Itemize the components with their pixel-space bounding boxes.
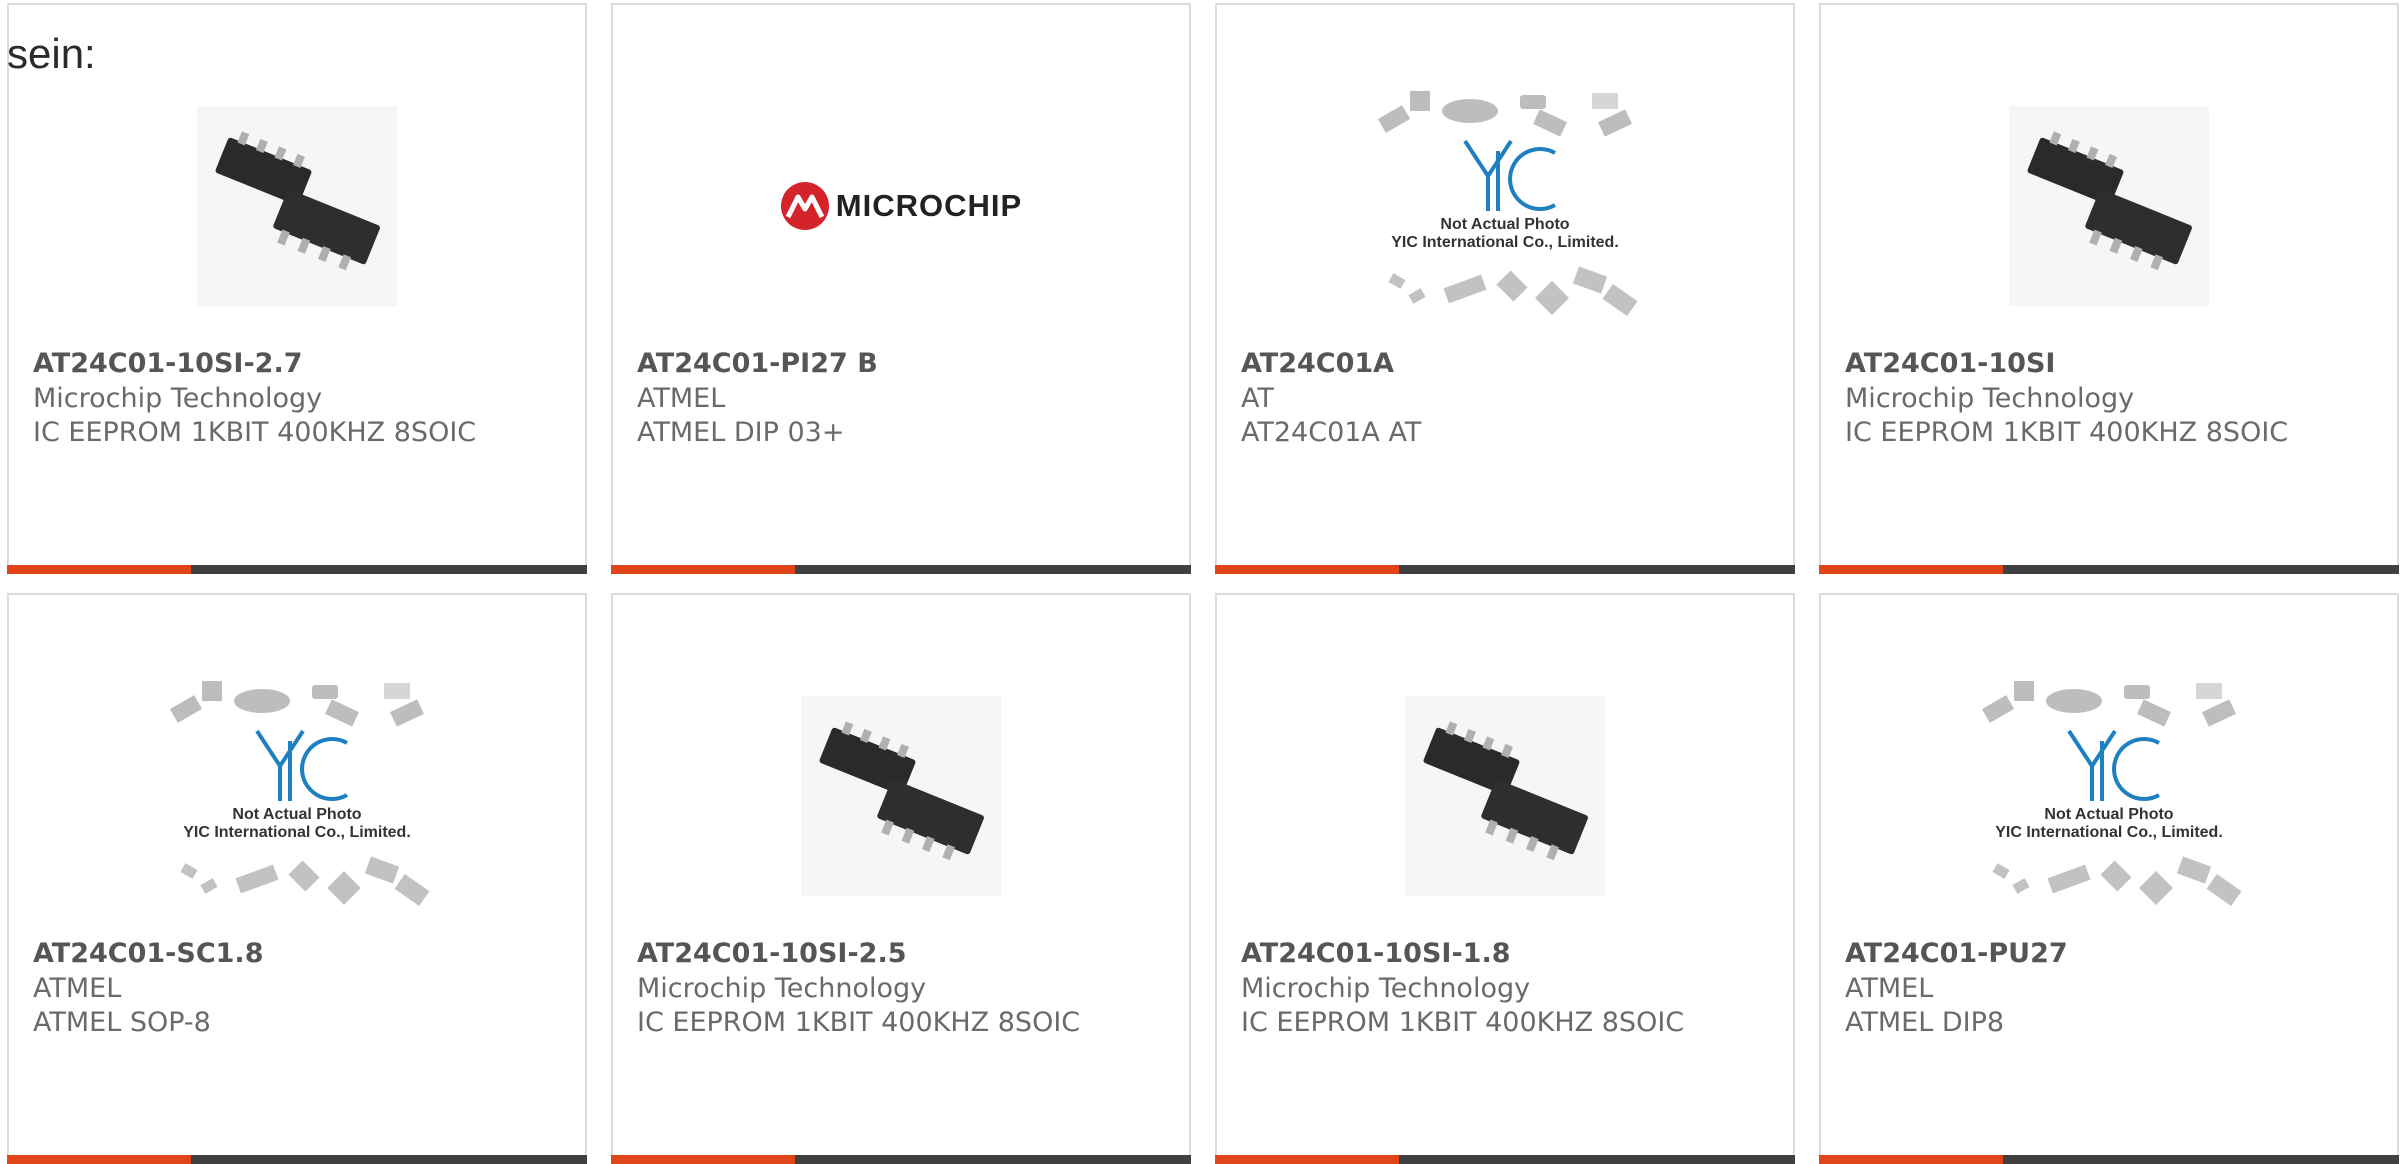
manufacturer: ATMEL (637, 383, 726, 414)
placeholder-caption: Not Actual Photo YIC International Co., … (162, 806, 432, 842)
product-card[interactable]: AT24C01-10SI-2.5 Microchip Technology IC… (611, 593, 1191, 1164)
intro-text: sein: (7, 30, 96, 77)
card-accent (611, 565, 795, 574)
microchip-logo: MICROCHIP (780, 181, 1022, 231)
chip-packages-icon (1981, 681, 2242, 906)
manufacturer: Microchip Technology (637, 973, 927, 1004)
card-bottom-bar (7, 1155, 587, 1164)
card-bottom-bar (611, 565, 1191, 574)
description: IC EEPROM 1KBIT 400KHZ 8SOIC (33, 417, 477, 448)
manufacturer: AT (1241, 383, 1274, 414)
placeholder-line1: Not Actual Photo (1440, 216, 1570, 233)
description: ATMEL SOP-8 (33, 1007, 211, 1038)
chip-photo-icon (197, 106, 397, 306)
product-image[interactable]: MICROCHIP (613, 71, 1189, 341)
part-number[interactable]: AT24C01A (1241, 348, 1394, 379)
card-accent (611, 1155, 795, 1164)
card-accent (1819, 1155, 2003, 1164)
yic-placeholder: Not Actual Photo YIC International Co., … (162, 671, 432, 921)
product-card[interactable]: Not Actual Photo YIC International Co., … (1215, 3, 1795, 574)
chip-photo-icon (801, 696, 1001, 896)
yic-placeholder: Not Actual Photo YIC International Co., … (1974, 671, 2244, 921)
description: IC EEPROM 1KBIT 400KHZ 8SOIC (1845, 417, 2289, 448)
product-image[interactable]: Not Actual Photo YIC International Co., … (9, 661, 585, 931)
part-number[interactable]: AT24C01-SC1.8 (33, 938, 263, 969)
part-number[interactable]: AT24C01-10SI-2.7 (33, 348, 303, 379)
description: AT24C01A AT (1241, 417, 1422, 448)
placeholder-caption: Not Actual Photo YIC International Co., … (1370, 216, 1640, 252)
chip-photo-icon (1405, 696, 1605, 896)
chip-packages-icon (1377, 91, 1638, 316)
product-card[interactable]: Not Actual Photo YIC International Co., … (7, 593, 587, 1164)
description: IC EEPROM 1KBIT 400KHZ 8SOIC (637, 1007, 1081, 1038)
product-card[interactable]: MICROCHIP AT24C01-PI27 B ATMEL ATMEL DIP… (611, 3, 1191, 574)
card-bottom-bar (1215, 1155, 1795, 1164)
part-number[interactable]: AT24C01-10SI-2.5 (637, 938, 907, 969)
placeholder-line2: YIC International Co., Limited. (1995, 824, 2223, 841)
manufacturer: Microchip Technology (33, 383, 323, 414)
card-accent (1819, 565, 2003, 574)
product-card[interactable]: Not Actual Photo YIC International Co., … (1819, 593, 2399, 1164)
part-number[interactable]: AT24C01-10SI (1845, 348, 2055, 379)
placeholder-line2: YIC International Co., Limited. (183, 824, 411, 841)
product-image[interactable] (9, 71, 585, 341)
product-card[interactable]: AT24C01-10SI-1.8 Microchip Technology IC… (1215, 593, 1795, 1164)
product-grid: AT24C01-10SI-2.7 Microchip Technology IC… (0, 0, 2400, 1164)
product-image[interactable]: Not Actual Photo YIC International Co., … (1821, 661, 2397, 931)
product-image[interactable]: Not Actual Photo YIC International Co., … (1217, 71, 1793, 341)
yic-placeholder: Not Actual Photo YIC International Co., … (1370, 81, 1640, 331)
placeholder-line1: Not Actual Photo (2044, 806, 2174, 823)
chip-photo-icon (2009, 106, 2209, 306)
product-card[interactable]: AT24C01-10SI Microchip Technology IC EEP… (1819, 3, 2399, 574)
part-number[interactable]: AT24C01-10SI-1.8 (1241, 938, 1511, 969)
placeholder-caption: Not Actual Photo YIC International Co., … (1974, 806, 2244, 842)
card-bottom-bar (611, 1155, 1191, 1164)
microchip-logo-icon (780, 182, 829, 230)
card-accent (1215, 565, 1399, 574)
product-image[interactable] (613, 661, 1189, 931)
card-bottom-bar (1215, 565, 1795, 574)
placeholder-line2: YIC International Co., Limited. (1391, 234, 1619, 251)
manufacturer: ATMEL (1845, 973, 1934, 1004)
card-accent (7, 1155, 191, 1164)
placeholder-line1: Not Actual Photo (232, 806, 362, 823)
manufacturer: ATMEL (33, 973, 122, 1004)
manufacturer: Microchip Technology (1845, 383, 2135, 414)
product-image[interactable] (1217, 661, 1793, 931)
description: IC EEPROM 1KBIT 400KHZ 8SOIC (1241, 1007, 1685, 1038)
part-number[interactable]: AT24C01-PU27 (1845, 938, 2068, 969)
card-accent (1215, 1155, 1399, 1164)
description: ATMEL DIP8 (1845, 1007, 2005, 1038)
product-image[interactable] (1821, 71, 2397, 341)
manufacturer: Microchip Technology (1241, 973, 1531, 1004)
product-card[interactable]: AT24C01-10SI-2.7 Microchip Technology IC… (7, 3, 587, 574)
description: ATMEL DIP 03+ (637, 417, 845, 448)
logo-word: MICROCHIP (835, 188, 1023, 223)
card-bottom-bar (1819, 565, 2399, 574)
card-bottom-bar (1819, 1155, 2399, 1164)
part-number[interactable]: AT24C01-PI27 B (637, 348, 878, 379)
card-bottom-bar (7, 565, 587, 574)
card-accent (7, 565, 191, 574)
chip-packages-icon (169, 681, 430, 906)
